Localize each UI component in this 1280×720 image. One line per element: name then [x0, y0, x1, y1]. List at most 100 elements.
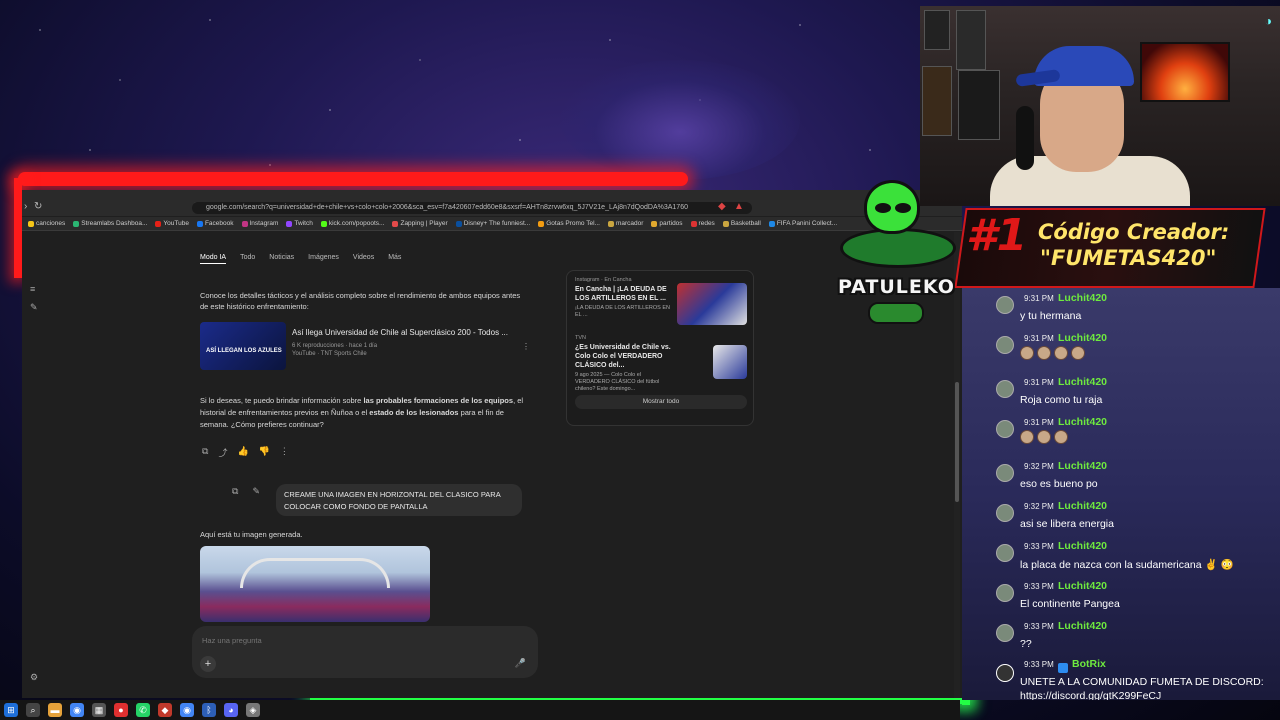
bookmark-item[interactable]: Gotas Promo Tel... [538, 217, 600, 230]
chat-message: 9:31 PM Luchit420 Roja como tu raja [962, 374, 1280, 414]
video-title[interactable]: Así llega Universidad de Chile al Superc… [292, 328, 508, 337]
discord-icon[interactable]: ◕ [224, 703, 238, 717]
more-icon[interactable]: ⋮ [280, 446, 289, 459]
alert-icon[interactable]: ▲ [734, 201, 744, 212]
bookmark-item[interactable]: Facebook [196, 217, 234, 230]
share-icon[interactable]: ⤴ [218, 446, 227, 459]
thumbs-down-icon[interactable]: 👎 [259, 446, 270, 459]
tab-0[interactable]: Modo IA [200, 254, 227, 264]
tab-4[interactable]: Videos [353, 254, 374, 264]
folder-icon[interactable]: ▬ [48, 703, 62, 717]
generated-image[interactable] [200, 546, 430, 622]
response-actions: ⧉ ⤴ 👍 👎 ⋮ [202, 446, 289, 459]
title-bar: ▫ ✕ [22, 190, 962, 200]
chat-username[interactable]: Luchit420 [1058, 460, 1107, 472]
bookmark-item[interactable]: Twitch [286, 217, 313, 230]
bookmark-item[interactable]: Zapping | Player [392, 217, 448, 230]
menu-icon[interactable]: ≡ [30, 284, 35, 294]
forward-icon[interactable]: › [24, 201, 27, 212]
bookmark-item[interactable]: Disney+ The funniest... [455, 217, 530, 230]
browser-window: ▫ ✕ › ↻ ▯ google.com/search?q=universida… [22, 190, 962, 698]
brave-icon[interactable]: ◆ [158, 703, 172, 717]
chat-username[interactable]: Luchit420 [1058, 292, 1107, 304]
bookmark-label: redes [698, 219, 715, 227]
search-icon[interactable]: ⌕ [26, 703, 40, 717]
url-field[interactable]: google.com/search?q=universidad+de+chile… [192, 202, 752, 214]
bookmark-item[interactable]: Basketball [722, 217, 761, 230]
tab-2[interactable]: Noticias [269, 254, 294, 264]
user-prompt: CREAME UNA IMAGEN EN HORIZONTAL DEL CLAS… [276, 484, 522, 516]
bookmark-label: Zapping | Player [400, 219, 448, 227]
bookmark-item[interactable]: Instagram [241, 217, 278, 230]
chat-text: El continente Pangea [1020, 598, 1120, 610]
app-icon[interactable]: ▦ [92, 703, 106, 717]
chat-username[interactable]: Luchit420 [1058, 620, 1107, 632]
copy-icon[interactable]: ⧉ [232, 486, 238, 497]
whatsapp-icon[interactable]: ✆ [136, 703, 150, 717]
chat-username[interactable]: Luchit420 [1058, 500, 1107, 512]
bookmark-item[interactable]: partidos [651, 217, 683, 230]
card-title[interactable]: ¿Es Universidad de Chile vs. Colo Colo e… [575, 343, 671, 370]
video-thumbnail[interactable]: ASÍ LLEGAN LOS AZULES [200, 322, 286, 370]
bookmark-item[interactable]: redes [690, 217, 715, 230]
bookmark-item[interactable]: kick.com/popoots... [320, 217, 384, 230]
extension-icon[interactable]: ◆ [718, 201, 726, 212]
chat-username[interactable]: BotRix [1072, 658, 1106, 670]
edit-icon[interactable]: ✎ [252, 486, 260, 497]
bookmark-label: marcador [615, 219, 644, 227]
tab-5[interactable]: Más [388, 254, 401, 264]
chat-username[interactable]: Luchit420 [1058, 416, 1107, 428]
video-card[interactable]: ASÍ LLEGAN LOS AZULES Así llega Universi… [200, 322, 530, 370]
chrome-icon[interactable]: ◉ [180, 703, 194, 717]
chat-link[interactable]: https://discord.gg/gtK299FeCJ [1020, 690, 1161, 700]
chat-username[interactable]: Luchit420 [1058, 580, 1107, 592]
chat-username[interactable]: Luchit420 [1058, 540, 1107, 552]
settings-icon[interactable]: ⚙ [30, 672, 38, 683]
emote-icon [1037, 346, 1051, 360]
chrome-icon[interactable]: ◉ [70, 703, 84, 717]
chat-username[interactable]: Luchit420 [1058, 332, 1107, 344]
alien-eye [875, 203, 891, 213]
edit-icon[interactable]: ✎ [30, 302, 38, 313]
poster [956, 10, 986, 70]
bookmark-label: Gotas Promo Tel... [546, 219, 600, 227]
mic-icon[interactable]: 🎤 [515, 658, 526, 669]
add-icon[interactable]: + [200, 656, 216, 672]
bookmark-label: Twitch [294, 219, 313, 227]
tab-3[interactable]: Imágenes [308, 254, 339, 264]
record-icon[interactable]: ● [114, 703, 128, 717]
chat-text: la placa de nazca con la sudamericana ✌ … [1020, 559, 1234, 571]
chat-time: 9:31 PM [1024, 378, 1054, 387]
bookmark-item[interactable]: YouTube [155, 217, 189, 230]
bookmarks-bar: canciones Streamlabs Dashboa... YouTube Fac… [22, 217, 962, 231]
bookmark-item[interactable]: marcador [607, 217, 644, 230]
video-views: 6 K reproducciones · hace 1 día [292, 343, 378, 349]
ask-input[interactable] [202, 636, 502, 645]
avatar [996, 296, 1014, 314]
scroll-thumb[interactable] [955, 382, 959, 502]
bookmark-item[interactable]: Streamlabs Dashboa... [73, 217, 147, 230]
source-card[interactable]: Instagram · En Cancha En Cancha | ¡LA DE… [575, 277, 747, 325]
thumbs-up-icon[interactable]: 👍 [237, 446, 248, 459]
more-icon[interactable]: ⋮ [522, 342, 530, 351]
bluetooth-icon[interactable]: ᛒ [202, 703, 216, 717]
bookmark-item[interactable]: canciones [28, 217, 65, 230]
tab-1[interactable]: Todo [240, 254, 255, 264]
chat-text: asi se libera energia [1020, 518, 1114, 530]
bookmark-favicon-icon [155, 220, 162, 227]
app-icon[interactable]: ◈ [246, 703, 260, 717]
chat-username[interactable]: Luchit420 [1058, 376, 1107, 388]
chat-time: 9:33 PM [1024, 622, 1054, 631]
bookmark-favicon-icon [651, 220, 658, 227]
bookmark-item[interactable]: FIFA Panini Collect... [768, 217, 837, 230]
bookmark-label: Basketball [730, 219, 761, 227]
show-all-button[interactable]: Mostrar todo [575, 395, 747, 409]
windows-icon[interactable]: ⊞ [4, 703, 18, 717]
reload-icon[interactable]: ↻ [34, 201, 42, 212]
bookmark-favicon-icon [320, 220, 327, 227]
card-title[interactable]: En Cancha | ¡LA DEUDA DE LOS ARTILLEROS … [575, 285, 671, 303]
copy-icon[interactable]: ⧉ [202, 446, 208, 459]
source-card[interactable]: TVN ¿Es Universidad de Chile vs. Colo Co… [575, 335, 747, 393]
side-rail: ≡ ✎ ⚙ [22, 232, 48, 698]
poster [924, 10, 950, 50]
